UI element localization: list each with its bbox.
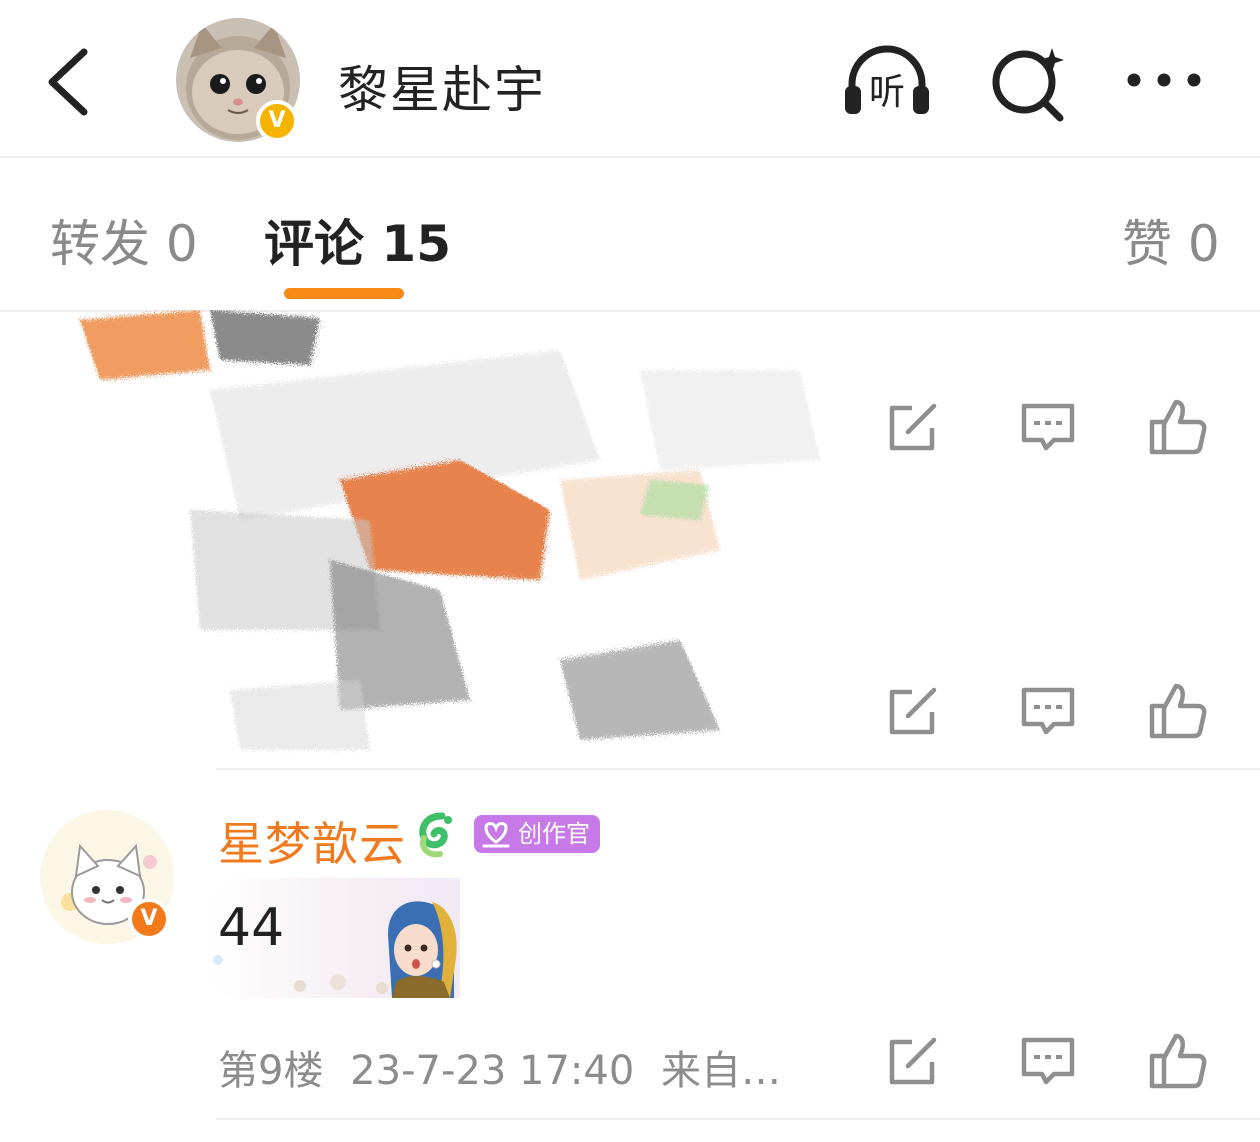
creator-tag-badge: 创作官	[474, 815, 600, 853]
comment-divider	[216, 1118, 1260, 1120]
share-icon	[889, 1037, 937, 1085]
comment-source: 来自…	[661, 1048, 781, 1094]
search-sparkle-icon	[992, 48, 1064, 122]
top-navigation-bar: V 黎星赴宇 听	[0, 0, 1260, 158]
creator-tag-icon	[480, 818, 512, 850]
listen-label: 听	[869, 72, 905, 113]
like-icon	[1149, 683, 1207, 739]
like-icon	[1149, 1033, 1207, 1089]
more-options-button[interactable]	[1122, 40, 1212, 124]
like-button[interactable]	[1146, 1030, 1210, 1094]
share-icon	[889, 403, 937, 451]
tab-reposts[interactable]: 转发 0	[50, 204, 198, 276]
interaction-tabs: 转发 0 评论 15 赞 0	[0, 160, 1260, 312]
page-title: 黎星赴宇	[338, 61, 546, 119]
comment-image-sticker	[40, 310, 860, 755]
comment-icon	[1021, 1037, 1075, 1085]
like-button[interactable]	[1146, 396, 1210, 460]
comment-text: 44	[218, 898, 285, 958]
active-tab-indicator	[284, 288, 404, 299]
tab-likes[interactable]: 赞 0	[1122, 204, 1220, 276]
commenter-username[interactable]: 星梦歆云	[218, 808, 406, 874]
share-button[interactable]	[882, 1030, 946, 1094]
creator-tag-label: 创作官	[518, 820, 590, 848]
share-icon	[889, 687, 937, 735]
comment-button[interactable]	[1016, 396, 1080, 460]
floor-number: 第9楼	[218, 1048, 324, 1094]
verified-badge: V	[128, 898, 170, 940]
back-button[interactable]	[38, 40, 102, 120]
verified-badge: V	[256, 100, 298, 142]
commenter-avatar[interactable]: V	[40, 810, 174, 944]
comment-divider	[216, 768, 1260, 770]
comment-button[interactable]	[1016, 1030, 1080, 1094]
author-avatar[interactable]: V	[176, 18, 300, 142]
like-icon	[1149, 399, 1207, 455]
comment-button[interactable]	[1016, 680, 1080, 744]
comment-timestamp: 23-7-23 17:40	[350, 1048, 635, 1094]
listen-headphones-icon: 听	[845, 45, 929, 114]
listen-button[interactable]: 听	[842, 40, 932, 124]
share-button[interactable]	[882, 396, 946, 460]
comment-meta: 第9楼 23-7-23 17:40 来自…	[218, 1038, 795, 1096]
like-button[interactable]	[1146, 680, 1210, 744]
tab-comments[interactable]: 评论 15	[264, 204, 451, 276]
search-button[interactable]	[988, 40, 1078, 124]
more-dots-icon	[1127, 73, 1201, 87]
pearl-earring-girl-decoration	[388, 901, 457, 998]
comment-icon	[1021, 687, 1075, 735]
comment-icon	[1021, 403, 1075, 451]
back-arrow-icon	[48, 48, 88, 116]
member-level-icon	[412, 810, 458, 860]
share-button[interactable]	[882, 680, 946, 744]
